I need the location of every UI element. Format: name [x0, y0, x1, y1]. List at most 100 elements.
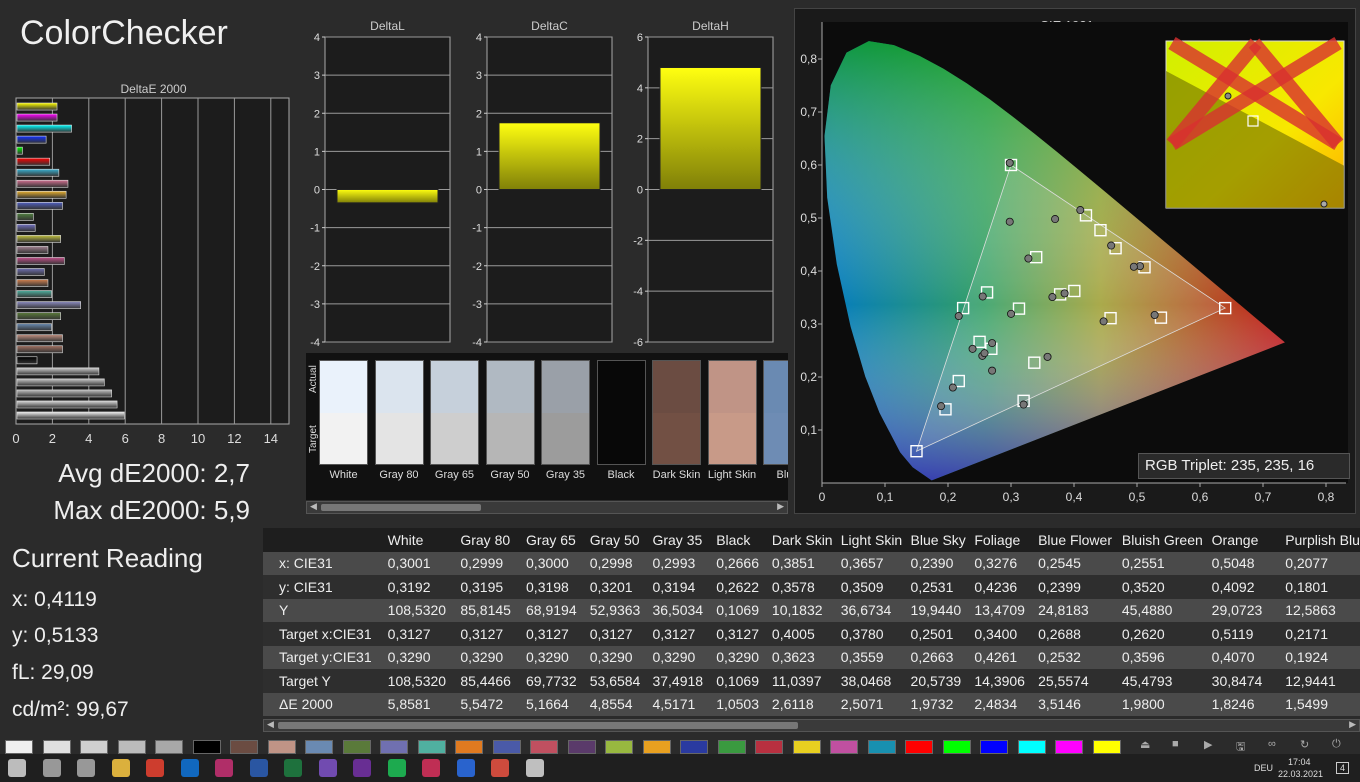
spotify-icon[interactable]	[387, 759, 406, 777]
palette-swatch[interactable]	[1055, 740, 1083, 754]
table-scroll-thumb[interactable]	[278, 722, 798, 729]
palette-swatch[interactable]	[792, 740, 821, 754]
onenote-icon[interactable]	[353, 759, 371, 777]
onepassword-icon[interactable]	[456, 759, 475, 777]
slack-icon[interactable]	[215, 759, 233, 777]
swatch-label: Gray 65	[434, 469, 475, 481]
calman-icon[interactable]	[491, 759, 509, 777]
swatch-strip-scrollbar[interactable]: ◀ ▶	[306, 501, 788, 514]
column-header[interactable]: Orange	[1211, 528, 1286, 552]
deltal-tick-label: -3	[310, 299, 320, 311]
tray-date[interactable]: 22.03.2021	[1278, 769, 1323, 779]
table-scroll-right-icon[interactable]: ▶	[1349, 719, 1356, 730]
palette-swatch[interactable]	[1092, 740, 1121, 754]
table-cell: 0,3001	[387, 551, 461, 575]
eject-icon[interactable]: ⏏	[1140, 738, 1150, 751]
palette-swatch[interactable]	[342, 740, 371, 754]
table-cell: 0,3201	[589, 575, 653, 599]
table-scrollbar[interactable]: ◀ ▶	[263, 719, 1360, 732]
deltac-tick-label: 0	[476, 185, 482, 197]
swatch-strip-scroll-thumb[interactable]	[321, 504, 481, 511]
file-explorer-icon[interactable]	[111, 759, 130, 777]
palette-swatch[interactable]	[455, 740, 483, 754]
palette-swatch[interactable]	[905, 740, 933, 754]
outlook-icon[interactable]	[180, 759, 199, 777]
excel-icon[interactable]	[284, 759, 302, 777]
palette-swatch[interactable]	[305, 740, 333, 754]
scroll-right-icon[interactable]: ▶	[777, 501, 784, 512]
table-cell: 0,3276	[974, 551, 1039, 575]
palette-swatch[interactable]	[42, 740, 71, 754]
palette-swatch[interactable]	[230, 740, 258, 754]
palette-swatch[interactable]	[867, 740, 896, 754]
column-header[interactable]: Gray 80	[460, 528, 527, 552]
column-header[interactable]: Blue Flower	[1038, 528, 1122, 552]
palette-swatch[interactable]	[680, 740, 708, 754]
palette-swatch[interactable]	[155, 740, 183, 754]
cie-measured-point	[1099, 317, 1108, 326]
deltae-bar	[16, 224, 36, 232]
deltae-bar	[16, 201, 63, 210]
palette-swatch[interactable]	[605, 740, 633, 754]
column-header[interactable]: Dark Skin	[771, 528, 841, 552]
palette-swatch[interactable]	[80, 740, 108, 754]
indesign-icon[interactable]	[422, 759, 440, 777]
palette-swatch[interactable]	[755, 740, 783, 754]
palette-swatch[interactable]	[980, 740, 1008, 754]
palette-swatch[interactable]	[1017, 740, 1046, 754]
palette-swatch[interactable]	[642, 740, 671, 754]
column-header[interactable]: Light Skin	[840, 528, 911, 552]
palette-swatch[interactable]	[5, 740, 33, 754]
table-scroll-left-icon[interactable]: ◀	[267, 719, 274, 730]
scroll-left-icon[interactable]: ◀	[310, 501, 317, 512]
row-label: x: CIE31	[263, 551, 388, 575]
refresh-icon[interactable]: ↻	[1300, 738, 1309, 751]
palette-swatch[interactable]	[192, 740, 221, 754]
table-cell: 0,3780	[840, 622, 911, 646]
task-view-icon[interactable]	[77, 759, 95, 777]
palette-swatch[interactable]	[530, 740, 558, 754]
cie-y-tick-label: 0,6	[800, 158, 817, 172]
palette-swatch[interactable]	[380, 740, 408, 754]
notification-center-icon[interactable]: 4	[1336, 762, 1350, 774]
palette-swatch[interactable]	[717, 740, 746, 754]
palette-swatch[interactable]	[417, 740, 446, 754]
palette-swatch[interactable]	[942, 740, 971, 754]
search-icon[interactable]	[42, 759, 61, 777]
language-indicator[interactable]: DEU	[1254, 763, 1273, 773]
table-cell: 5,1664	[526, 692, 590, 716]
deltae-tick-label: 14	[264, 431, 278, 446]
deltae-bar	[16, 168, 60, 177]
cie-measured-point	[1076, 206, 1085, 215]
palette-swatch[interactable]	[267, 740, 296, 754]
play-icon[interactable]: ▶	[1204, 738, 1212, 751]
column-header[interactable]: Foliage	[974, 528, 1039, 552]
column-header[interactable]: Blue Sky	[910, 528, 975, 552]
column-header[interactable]: Gray 35	[652, 528, 717, 552]
loop-icon[interactable]: ∞	[1268, 738, 1276, 750]
swatch-gray-35	[541, 360, 590, 465]
column-header[interactable]: Bluish Green	[1121, 528, 1212, 552]
palette-swatch[interactable]	[492, 740, 521, 754]
column-header[interactable]: Purplish Blu	[1285, 528, 1360, 552]
palette-swatch[interactable]	[567, 740, 596, 754]
power-icon[interactable]: ⏻	[1332, 738, 1341, 751]
windows-icon[interactable]	[8, 759, 26, 777]
column-header[interactable]: Black	[716, 528, 772, 552]
row-label: Target y:CIE31	[263, 645, 388, 669]
word-icon[interactable]	[249, 759, 268, 777]
colormunki-icon[interactable]	[525, 759, 544, 777]
stop-icon[interactable]: ■	[1172, 738, 1179, 750]
column-header[interactable]: Gray 50	[589, 528, 653, 552]
affinity-icon[interactable]	[318, 759, 337, 777]
table-cell: 85,8145	[460, 598, 527, 622]
table-cell: 11,0397	[771, 669, 841, 693]
column-header[interactable]: White	[387, 528, 461, 552]
palette-swatch[interactable]	[117, 740, 146, 754]
chrome-icon[interactable]	[146, 759, 164, 777]
palette-swatch[interactable]	[830, 740, 858, 754]
tray-time[interactable]: 17:04	[1288, 757, 1311, 767]
table-cell: 0,2666	[716, 551, 772, 575]
column-header[interactable]: Gray 65	[526, 528, 590, 552]
deltac-tick-label: 2	[476, 108, 482, 120]
